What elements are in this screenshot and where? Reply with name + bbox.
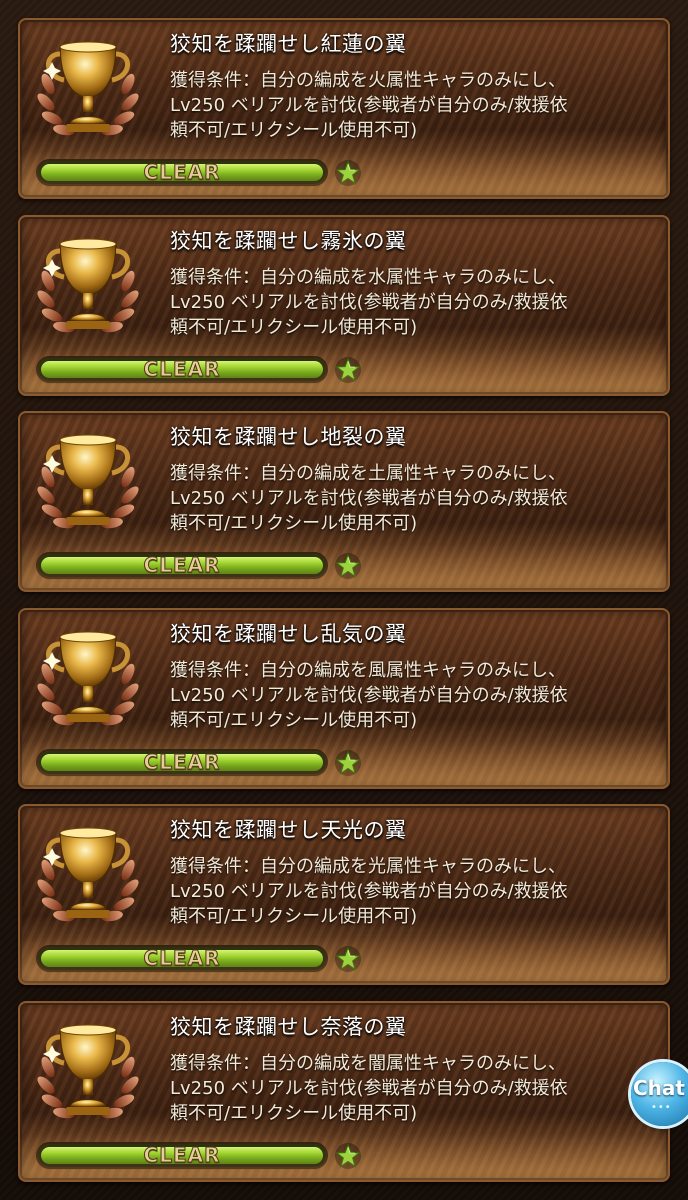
clear-progress-label: CLEAR bbox=[143, 946, 221, 970]
star-icon bbox=[334, 356, 362, 383]
trophy-description-line-2: Lv250 ベリアルを討伐(参戦者が自分のみ/救援依 bbox=[170, 1077, 568, 1099]
trophy-description-line-3: 頼不可/エリクシール使用不可) bbox=[170, 709, 418, 731]
trophy-description-line-1: 獲得条件：自分の編成を土属性キャラのみにし、 bbox=[170, 463, 566, 484]
chat-button-dots: ••• bbox=[651, 1102, 672, 1113]
trophy-title: 狡知を蹂躙せし天光の翼 bbox=[170, 818, 407, 842]
trophy-card[interactable]: 狡知を蹂躙せし紅蓮の翼 獲得条件：自分の編成を火属性キャラのみにし、 Lv250… bbox=[18, 18, 670, 199]
trophy-card[interactable]: 狡知を蹂躙せし霧氷の翼 獲得条件：自分の編成を水属性キャラのみにし、 Lv250… bbox=[18, 214, 670, 396]
clear-progress-label: CLEAR bbox=[143, 749, 221, 774]
trophy-description-line-1: 獲得条件：自分の編成を火属性キャラのみにし、 bbox=[170, 70, 566, 91]
trophy-title: 狡知を蹂躙せし地裂の翼 bbox=[170, 425, 407, 449]
trophy-description-line-3: 頼不可/エリクシール使用不可) bbox=[170, 120, 418, 141]
star-icon bbox=[334, 945, 362, 972]
trophy-card[interactable]: 狡知を蹂躙せし天光の翼 獲得条件：自分の編成を光属性キャラのみにし、 Lv250… bbox=[18, 804, 670, 985]
trophy-description: 獲得条件：自分の編成を風属性キャラのみにし、 Lv250 ベリアルを討伐(参戦者… bbox=[170, 658, 668, 733]
trophy-title: 狡知を蹂躙せし霧氷の翼 bbox=[170, 228, 407, 253]
clear-progress-label: CLEAR bbox=[143, 356, 221, 381]
trophy-title: 狡知を蹂躙せし紅蓮の翼 bbox=[170, 32, 407, 56]
trophy-title: 狡知を蹂躙せし乱気の翼 bbox=[170, 621, 407, 646]
clear-progress-bar: CLEAR bbox=[38, 160, 326, 184]
gold-trophy-icon bbox=[37, 41, 139, 136]
clear-progress-label: CLEAR bbox=[143, 553, 221, 577]
trophy-description: 獲得条件：自分の編成を火属性キャラのみにし、 Lv250 ベリアルを討伐(参戦者… bbox=[170, 68, 668, 143]
trophy-card[interactable]: 狡知を蹂躙せし乱気の翼 獲得条件：自分の編成を風属性キャラのみにし、 Lv250… bbox=[18, 607, 670, 789]
clear-progress-label: CLEAR bbox=[143, 160, 221, 184]
trophy-description: 獲得条件：自分の編成を光属性キャラのみにし、 Lv250 ベリアルを討伐(参戦者… bbox=[170, 854, 668, 929]
trophy-description-line-3: 頼不可/エリクシール使用不可) bbox=[170, 316, 418, 338]
clear-progress-bar: CLEAR bbox=[38, 553, 326, 577]
clear-progress-bar: CLEAR bbox=[38, 749, 326, 774]
trophy-description: 獲得条件：自分の編成を闇属性キャラのみにし、 Lv250 ベリアルを討伐(参戦者… bbox=[170, 1051, 668, 1126]
gold-trophy-icon bbox=[37, 1024, 139, 1118]
gold-trophy-icon bbox=[37, 434, 139, 529]
trophy-card[interactable]: 狡知を蹂躙せし奈落の翼 獲得条件：自分の編成を闇属性キャラのみにし、 Lv250… bbox=[18, 1000, 670, 1182]
star-icon bbox=[334, 552, 362, 579]
gold-trophy-icon bbox=[37, 631, 139, 725]
gold-trophy-icon bbox=[37, 827, 139, 922]
trophy-description: 獲得条件：自分の編成を水属性キャラのみにし、 Lv250 ベリアルを討伐(参戦者… bbox=[170, 265, 668, 340]
clear-progress-bar: CLEAR bbox=[38, 1142, 326, 1167]
trophy-card[interactable]: 狡知を蹂躙せし地裂の翼 獲得条件：自分の編成を土属性キャラのみにし、 Lv250… bbox=[18, 411, 670, 592]
trophy-title: 狡知を蹂躙せし奈落の翼 bbox=[170, 1014, 407, 1039]
trophy-description-line-3: 頼不可/エリクシール使用不可) bbox=[170, 513, 418, 534]
chat-button[interactable]: Chat ••• bbox=[631, 1062, 688, 1126]
trophy-description-line-3: 頼不可/エリクシール使用不可) bbox=[170, 1102, 418, 1124]
trophy-description-line-3: 頼不可/エリクシール使用不可) bbox=[170, 906, 418, 927]
trophy-description-line-2: Lv250 ベリアルを討伐(参戦者が自分のみ/救援依 bbox=[170, 488, 568, 509]
trophy-description-line-2: Lv250 ベリアルを討伐(参戦者が自分のみ/救援依 bbox=[170, 95, 568, 116]
clear-progress-bar: CLEAR bbox=[38, 946, 326, 970]
star-icon bbox=[334, 159, 362, 186]
trophy-description-line-1: 獲得条件：自分の編成を水属性キャラのみにし、 bbox=[170, 266, 566, 288]
chat-button-label: Chat bbox=[633, 1076, 685, 1100]
trophy-description-line-2: Lv250 ベリアルを討伐(参戦者が自分のみ/救援依 bbox=[170, 291, 568, 313]
trophy-description-line-1: 獲得条件：自分の編成を風属性キャラのみにし、 bbox=[170, 659, 566, 681]
star-icon bbox=[334, 749, 362, 776]
star-icon bbox=[334, 1142, 362, 1169]
trophy-description-line-1: 獲得条件：自分の編成を光属性キャラのみにし、 bbox=[170, 856, 566, 877]
clear-progress-bar: CLEAR bbox=[38, 356, 326, 381]
trophy-description-line-1: 獲得条件：自分の編成を闇属性キャラのみにし、 bbox=[170, 1052, 566, 1074]
trophy-description-line-2: Lv250 ベリアルを討伐(参戦者が自分のみ/救援依 bbox=[170, 684, 568, 706]
clear-progress-label: CLEAR bbox=[143, 1142, 221, 1167]
trophy-description: 獲得条件：自分の編成を土属性キャラのみにし、 Lv250 ベリアルを討伐(参戦者… bbox=[170, 461, 668, 536]
trophy-description-line-2: Lv250 ベリアルを討伐(参戦者が自分のみ/救援依 bbox=[170, 881, 568, 902]
gold-trophy-icon bbox=[37, 238, 139, 332]
trophy-list-screen: 狡知を蹂躙せし紅蓮の翼 獲得条件：自分の編成を火属性キャラのみにし、 Lv250… bbox=[0, 0, 688, 1200]
